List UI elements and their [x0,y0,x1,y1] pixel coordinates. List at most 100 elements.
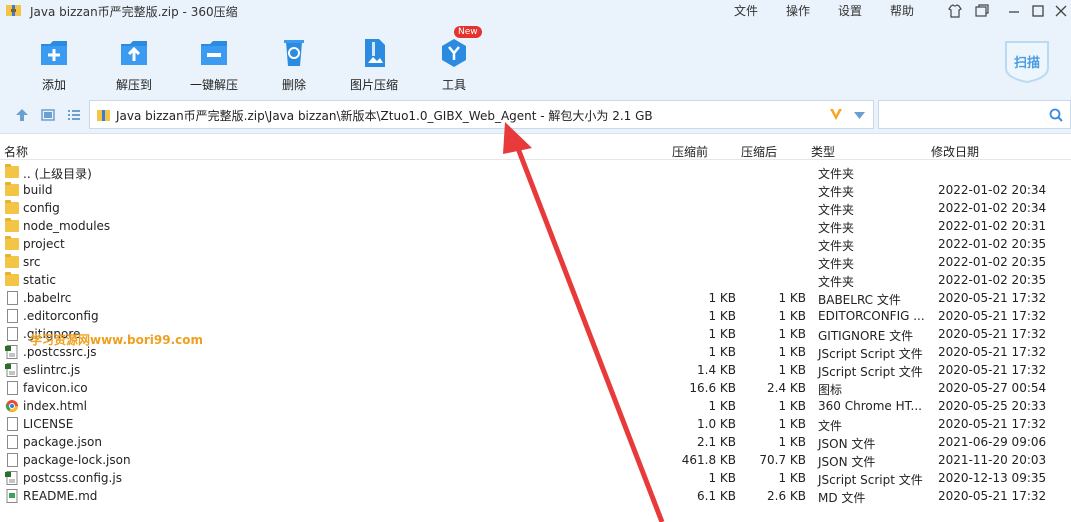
extract-to-icon [121,41,147,65]
file-row[interactable]: LICENSE 1.0 KB 1 KB 文件 2020-05-21 17:32 [0,415,1071,433]
file-row[interactable]: README.md 6.1 KB 2.6 KB MD 文件 2020-05-21 17:… [0,487,1071,505]
restore-icon[interactable] [973,2,991,20]
column-modified[interactable]: 修改日期 [931,143,979,160]
file-row[interactable]: index.html 1 KB 1 KB 360 Chrome HT... 2020-0… [0,397,1071,415]
file-name: package-lock.json [23,453,131,467]
file-row[interactable]: .editorconfig 1 KB 1 KB EDITORCONFIG ... 202… [0,307,1071,325]
file-name: src [23,255,41,269]
minimize-icon[interactable] [1005,2,1023,20]
file-size-before: 6.1 KB [697,489,736,503]
file-modified-date: 2020-05-21 17:32 [938,309,1047,323]
file-row[interactable]: config 文件夹 2022-01-02 20:34 [0,199,1071,217]
js-file-icon [5,471,18,485]
list-view-icon[interactable] [66,107,82,123]
file-row[interactable]: build 文件夹 2022-01-02 20:34 [0,181,1071,199]
file-row[interactable]: .babelrc 1 KB 1 KB BABELRC 文件 2020-05-21 17:… [0,289,1071,307]
file-modified-date: 2022-01-02 20:35 [938,255,1047,269]
menu-settings[interactable]: 设置 [838,2,862,19]
file-name: static [23,273,56,287]
file-size-before: 1.0 KB [697,417,736,431]
window-title: Java bizzan币严完整版.zip - 360压缩 [30,5,238,19]
column-size-after[interactable]: 压缩后 [741,143,777,160]
file-row[interactable]: favicon.ico 16.6 KB 2.4 KB 图标 2020-05-27 00:… [0,379,1071,397]
column-size-before[interactable]: 压缩前 [672,143,708,160]
thumbnail-view-icon[interactable] [40,107,56,123]
file-icon [7,381,18,395]
file-modified-date: 2022-01-02 20:31 [938,219,1047,233]
file-row[interactable]: node_modules 文件夹 2022-01-02 20:31 [0,217,1071,235]
search-input[interactable] [883,105,1043,124]
menu-help[interactable]: 帮助 [890,2,914,19]
add-button[interactable]: 添加 [14,36,94,93]
menu-operation[interactable]: 操作 [786,2,810,19]
search-box[interactable] [878,100,1071,129]
js-file-icon [5,345,18,359]
up-arrow-icon[interactable] [14,107,30,123]
file-size-before: 2.1 KB [697,435,736,449]
file-type: 360 Chrome HT... [818,399,922,413]
watermark-text: 学习资源网www.bori99.com [30,333,204,347]
zip-file-icon [97,110,110,121]
file-type: 图标 [818,383,843,397]
one-click-extract-label: 一键解压 [189,78,238,92]
file-modified-date: 2021-11-20 20:03 [938,453,1047,467]
file-type: 文件夹 [818,275,855,289]
one-click-extract-button[interactable]: 一键解压 [174,36,254,93]
file-name: postcss.config.js [23,471,122,485]
extract-to-button[interactable]: 解压到 [94,36,174,93]
maximize-icon[interactable] [1029,2,1047,20]
file-row[interactable]: static 文件夹 2022-01-02 20:35 [0,271,1071,289]
chevron-down-icon[interactable] [854,112,865,119]
title-bar: Java bizzan币严完整版.zip - 360压缩 文件 操作 设置 帮助 [0,0,1071,22]
address-bar[interactable]: Java bizzan币严完整版.zip\Java bizzan\新版本\Ztu… [89,100,874,129]
file-row[interactable]: package-lock.json 461.8 KB 70.7 KB JSON 文件 2… [0,451,1071,469]
tools-button[interactable]: 工具 [414,36,494,93]
delete-button[interactable]: 删除 [254,36,334,93]
file-name: config [23,201,60,215]
file-icon [7,291,18,305]
column-type[interactable]: 类型 [811,143,835,160]
file-name: .. (上级目录) [23,167,92,181]
add-label: 添加 [41,78,66,92]
file-modified-date: 2020-12-13 09:35 [938,471,1047,485]
file-name: project [23,237,65,251]
address-row: Java bizzan币严完整版.zip\Java bizzan\新版本\Ztu… [0,97,1071,134]
folder-icon [5,254,19,268]
file-icon [7,327,18,341]
file-size-after: 1 KB [778,417,806,431]
image-compress-button[interactable]: 图片压缩 [334,36,414,93]
file-size-after: 70.7 KB [759,453,806,467]
file-size-after: 1 KB [778,327,806,341]
folder-icon [5,218,19,232]
file-row[interactable]: .. (上级目录) 文件夹 [0,163,1071,181]
file-row[interactable]: project 文件夹 2022-01-02 20:35 [0,235,1071,253]
search-icon[interactable] [1049,108,1063,122]
toolbar: 添加 解压到 一键解压 删除 图片压缩 工具 New 扫描 [0,22,1071,97]
file-row[interactable]: eslintrc.js 1.4 KB 1 KB JScript Script 文件 20… [0,361,1071,379]
file-modified-date: 2022-01-02 20:34 [938,201,1047,215]
file-row[interactable]: postcss.config.js 1 KB 1 KB JScript Script … [0,469,1071,487]
tools-icon [442,39,466,67]
file-name: README.md [23,489,98,503]
folder-icon [5,164,19,178]
file-size-before: 1.4 KB [697,363,736,377]
file-modified-date: 2021-06-29 09:06 [938,435,1047,449]
file-row[interactable]: package.json 2.1 KB 1 KB JSON 文件 2021-06-29 … [0,433,1071,451]
scan-label[interactable]: 扫描 [1014,52,1040,71]
skin-shirt-icon[interactable] [946,2,964,20]
file-modified-date: 2020-05-21 17:32 [938,291,1047,305]
column-name[interactable]: 名称 [4,143,28,160]
file-size-after: 1 KB [778,471,806,485]
file-type: 文件 [818,419,843,433]
file-modified-date: 2022-01-02 20:35 [938,273,1047,287]
file-size-before: 1 KB [708,345,736,359]
v-logo-icon[interactable] [829,107,843,121]
file-row[interactable]: src 文件夹 2022-01-02 20:35 [0,253,1071,271]
folder-icon [5,182,19,196]
file-modified-date: 2020-05-21 17:32 [938,363,1047,377]
tools-label: 工具 [441,78,466,92]
close-icon[interactable] [1052,2,1070,20]
menu-file[interactable]: 文件 [734,2,758,19]
file-size-after: 1 KB [778,291,806,305]
image-zip-icon [365,39,385,67]
